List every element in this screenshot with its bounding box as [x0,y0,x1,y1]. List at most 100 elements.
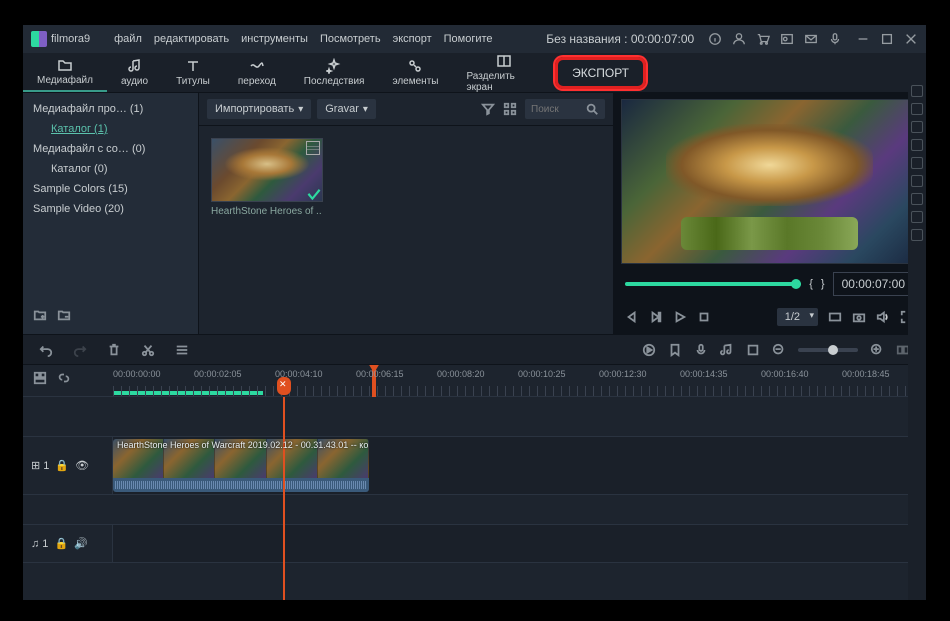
rail-item[interactable] [911,229,923,241]
import-dropdown[interactable]: Импортировать ▾ [207,99,311,119]
tab-media[interactable]: Медиафайл [23,53,107,92]
lock-icon[interactable]: 🔒 [54,537,68,550]
snapshot-icon[interactable] [852,310,866,324]
step-back-icon[interactable] [649,310,663,324]
track-manager-icon[interactable] [33,371,47,385]
timeline-clip[interactable]: HearthStone Heroes of Warcraft 2019.02.1… [113,439,369,492]
lock-icon[interactable]: 🔒 [55,459,69,472]
settings-icon[interactable] [175,343,189,357]
account-icon[interactable] [732,32,746,46]
sidebar-item-catalog[interactable]: Каталог (1) [23,119,198,139]
volume-icon[interactable] [876,310,890,324]
remove-folder-icon[interactable] [57,308,71,322]
crop-icon[interactable] [746,343,760,357]
info-icon[interactable] [708,32,722,46]
tab-effects[interactable]: Последствия [290,53,379,92]
tab-audio[interactable]: аудио [107,53,162,92]
title-text: Без названия : 00:00:07:00 [497,32,704,46]
rail-item[interactable] [911,211,923,223]
export-button[interactable]: ЭКСПОРТ [555,57,646,89]
undo-icon[interactable] [39,343,53,357]
zoom-out-icon[interactable] [772,343,786,357]
time-ruler[interactable]: 00:00:00:0000:00:02:0500:00:04:1000:00:0… [23,365,926,397]
menu-file[interactable]: файл [114,33,142,45]
rail-item[interactable] [911,103,923,115]
preview-zoom-select[interactable]: 1/2 [777,308,818,326]
brand-text: filmora9 [51,33,90,45]
zoom-in-icon[interactable] [870,343,884,357]
tab-transitions-label: переход [238,76,276,87]
tab-audio-label: аудио [121,76,148,87]
menu-tools[interactable]: инструменты [241,33,308,45]
rail-item[interactable] [911,157,923,169]
time-mark: 00:00:08:20 [437,369,485,379]
rail-item[interactable] [911,193,923,205]
minimize-button[interactable] [856,32,870,46]
media-thumbnail[interactable]: HearthStone Heroes of .. [211,138,323,217]
tab-elements[interactable]: элементы [378,53,452,92]
tab-elements-label: элементы [392,76,438,87]
quality-icon[interactable] [828,310,842,324]
audio-mix-icon[interactable] [720,343,734,357]
close-button[interactable] [904,32,918,46]
search-icon [585,102,599,116]
delete-icon[interactable] [107,343,121,357]
mail-icon[interactable] [804,32,818,46]
time-mark: 00:00:02:05 [194,369,242,379]
sidebar-item-shared[interactable]: Медиафайл с со… (0) [23,139,198,159]
voiceover-icon[interactable] [694,343,708,357]
preview-scrubber[interactable] [625,282,801,286]
cut-icon[interactable] [141,343,155,357]
search-field[interactable] [531,104,585,115]
prev-frame-icon[interactable] [625,310,639,324]
tab-transitions[interactable]: переход [224,53,290,92]
marker-icon[interactable] [668,343,682,357]
record-dropdown[interactable]: Gravar ▾ [317,99,376,119]
maximize-button[interactable] [880,32,894,46]
media-thumbnail-label: HearthStone Heroes of .. [211,206,323,217]
mic-icon[interactable] [828,32,842,46]
tab-media-label: Медиафайл [37,75,93,86]
filter-icon[interactable] [481,102,495,116]
visibility-icon[interactable]: 👁 [75,459,89,472]
link-icon[interactable] [57,371,71,385]
rail-item[interactable] [911,121,923,133]
time-mark: 00:00:10:25 [518,369,566,379]
search-input[interactable] [525,99,605,119]
clip-label: HearthStone Heroes of Warcraft 2019.02.1… [117,440,368,450]
splitscreen-icon [496,53,512,69]
redo-icon[interactable] [73,343,87,357]
sidebar-item-video[interactable]: Sample Video (20) [23,199,198,219]
sidebar-item-project[interactable]: Медиафайл про… (1) [23,99,198,119]
time-mark: 00:00:14:35 [680,369,728,379]
mute-icon[interactable]: 🔊 [74,537,88,550]
rail-item[interactable] [911,175,923,187]
render-icon[interactable] [642,343,656,357]
menu-view[interactable]: Посмотреть [320,33,381,45]
menu-help[interactable]: Помогите [444,33,493,45]
sidebar-item-catalog2[interactable]: Каталог (0) [23,159,198,179]
add-folder-icon[interactable] [33,308,47,322]
stop-icon[interactable] [697,310,711,324]
folder-icon [57,57,73,73]
sidebar-item-colors[interactable]: Sample Colors (15) [23,179,198,199]
cart-icon[interactable] [756,32,770,46]
rail-item[interactable] [911,139,923,151]
zoom-slider[interactable] [798,348,858,352]
rail-item[interactable] [911,85,923,97]
grid-view-icon[interactable] [503,102,517,116]
play-icon[interactable] [673,310,687,324]
time-mark: 00:00:00:00 [113,369,161,379]
elements-icon [407,58,423,74]
tab-splitscreen[interactable]: Разделить экран [452,53,555,92]
audio-track-head: ♫ 1 🔒 🔊 [23,525,113,562]
transition-icon [249,58,265,74]
preview-viewport[interactable] [621,99,918,264]
menu-export[interactable]: экспорт [393,33,432,45]
video-file-icon [306,141,320,155]
right-rail [908,81,926,600]
tab-titles[interactable]: Титулы [162,53,224,92]
menu-edit[interactable]: редактировать [154,33,229,45]
tab-effects-label: Последствия [304,76,365,87]
media-icon[interactable] [780,32,794,46]
